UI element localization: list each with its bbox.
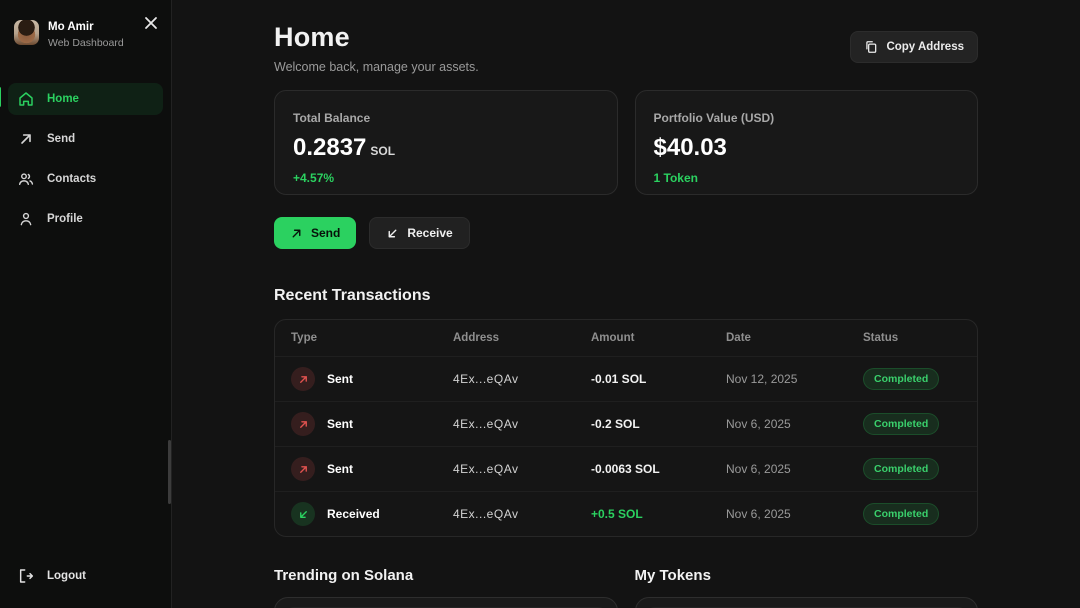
user-subtitle: Web Dashboard [48, 37, 124, 49]
status-badge: Completed [863, 413, 939, 435]
sent-arrow-icon [291, 412, 315, 436]
col-date: Date [726, 332, 863, 344]
send-button[interactable]: Send [274, 217, 356, 249]
logout-button[interactable]: Logout [8, 560, 96, 592]
send-button-label: Send [311, 226, 340, 240]
table-row[interactable]: Received 4Ex...eQAv +0.5 SOL Nov 6, 2025… [275, 491, 977, 536]
sidebar-item-contacts[interactable]: Contacts [8, 163, 163, 195]
send-arrow-icon [18, 131, 34, 147]
portfolio-label: Portfolio Value (USD) [654, 111, 960, 125]
tx-type: Sent [327, 462, 353, 476]
sidebar-item-profile[interactable]: Profile [8, 203, 163, 235]
sidebar-item-label: Home [47, 93, 79, 105]
col-amount: Amount [591, 332, 726, 344]
tx-amount: -0.01 SOL [591, 372, 726, 386]
copy-address-label: Copy Address [886, 41, 964, 53]
portfolio-value: $40.03 [654, 134, 960, 162]
sidebar-user-header: Mo Amir Web Dashboard [8, 20, 163, 49]
send-arrow-icon [290, 227, 303, 240]
sidebar: Mo Amir Web Dashboard Home Send [0, 0, 172, 608]
table-row[interactable]: Sent 4Ex...eQAv -0.2 SOL Nov 6, 2025 Com… [275, 401, 977, 446]
tx-type: Sent [327, 372, 353, 386]
receive-arrow-icon [386, 227, 399, 240]
receive-button[interactable]: Receive [369, 217, 469, 249]
tx-amount: -0.0063 SOL [591, 462, 726, 476]
page-subtitle: Welcome back, manage your assets. [274, 60, 479, 74]
tx-address: 4Ex...eQAv [453, 417, 591, 431]
logout-label: Logout [47, 570, 86, 582]
token-count: 1 Token [654, 171, 960, 185]
total-balance-value: 0.2837SOL [293, 134, 599, 162]
my-tokens-section: My Tokens Solana 0.2837 SOL [635, 567, 979, 608]
my-tokens-title: My Tokens [635, 567, 979, 584]
tx-date: Nov 6, 2025 [726, 462, 863, 476]
sidebar-nav: Home Send Contacts Profile [8, 83, 163, 235]
total-balance-label: Total Balance [293, 111, 599, 125]
table-header-row: Type Address Amount Date Status [275, 320, 977, 356]
col-type: Type [291, 332, 453, 344]
tx-address: 4Ex...eQAv [453, 462, 591, 476]
tx-date: Nov 6, 2025 [726, 417, 863, 431]
balance-unit: SOL [370, 144, 395, 158]
sidebar-item-label: Contacts [47, 173, 96, 185]
tx-type: Received [327, 507, 380, 521]
trending-card: ₮ Tether USDT $0.999265 -0.02% [274, 597, 618, 608]
receive-button-label: Receive [407, 226, 452, 240]
profile-icon [18, 211, 34, 227]
table-row[interactable]: Sent 4Ex...eQAv -0.0063 SOL Nov 6, 2025 … [275, 446, 977, 491]
col-status: Status [863, 332, 961, 344]
col-address: Address [453, 332, 591, 344]
close-icon [144, 16, 158, 33]
sidebar-scrollbar[interactable] [168, 440, 171, 504]
copy-icon [864, 40, 878, 54]
tx-amount: +0.5 SOL [591, 507, 726, 521]
user-name: Mo Amir [48, 20, 124, 35]
tx-date: Nov 6, 2025 [726, 507, 863, 521]
main-area: Home Welcome back, manage your assets. C… [172, 0, 1080, 608]
sidebar-item-label: Profile [47, 213, 83, 225]
status-badge: Completed [863, 458, 939, 480]
total-balance-card: Total Balance 0.2837SOL +4.57% [274, 90, 618, 195]
active-indicator [0, 87, 1, 107]
transactions-title: Recent Transactions [274, 287, 978, 305]
sidebar-item-label: Send [47, 133, 75, 145]
home-icon [18, 91, 34, 107]
sidebar-item-home[interactable]: Home [8, 83, 163, 115]
tx-type: Sent [327, 417, 353, 431]
sent-arrow-icon [291, 367, 315, 391]
status-badge: Completed [863, 503, 939, 525]
close-sidebar-button[interactable] [141, 14, 161, 34]
tx-amount: -0.2 SOL [591, 417, 726, 431]
tx-address: 4Ex...eQAv [453, 372, 591, 386]
sidebar-item-send[interactable]: Send [8, 123, 163, 155]
status-badge: Completed [863, 368, 939, 390]
sent-arrow-icon [291, 457, 315, 481]
transactions-table: Type Address Amount Date Status Sent 4Ex… [274, 319, 978, 537]
copy-address-button[interactable]: Copy Address [850, 31, 978, 63]
portfolio-value-card: Portfolio Value (USD) $40.03 1 Token [635, 90, 979, 195]
tx-address: 4Ex...eQAv [453, 507, 591, 521]
trending-section: Trending on Solana ₮ Tether USDT $0.9992… [274, 567, 618, 608]
balance-change: +4.57% [293, 171, 599, 185]
logout-icon [18, 568, 34, 584]
trending-title: Trending on Solana [274, 567, 618, 584]
my-tokens-card: Solana 0.2837 SOL $40.03 +4.57% [635, 597, 979, 608]
avatar [14, 20, 39, 45]
tx-date: Nov 12, 2025 [726, 372, 863, 386]
table-row[interactable]: Sent 4Ex...eQAv -0.01 SOL Nov 12, 2025 C… [275, 356, 977, 401]
page-title: Home [274, 22, 479, 53]
received-arrow-icon [291, 502, 315, 526]
contacts-icon [18, 171, 34, 187]
